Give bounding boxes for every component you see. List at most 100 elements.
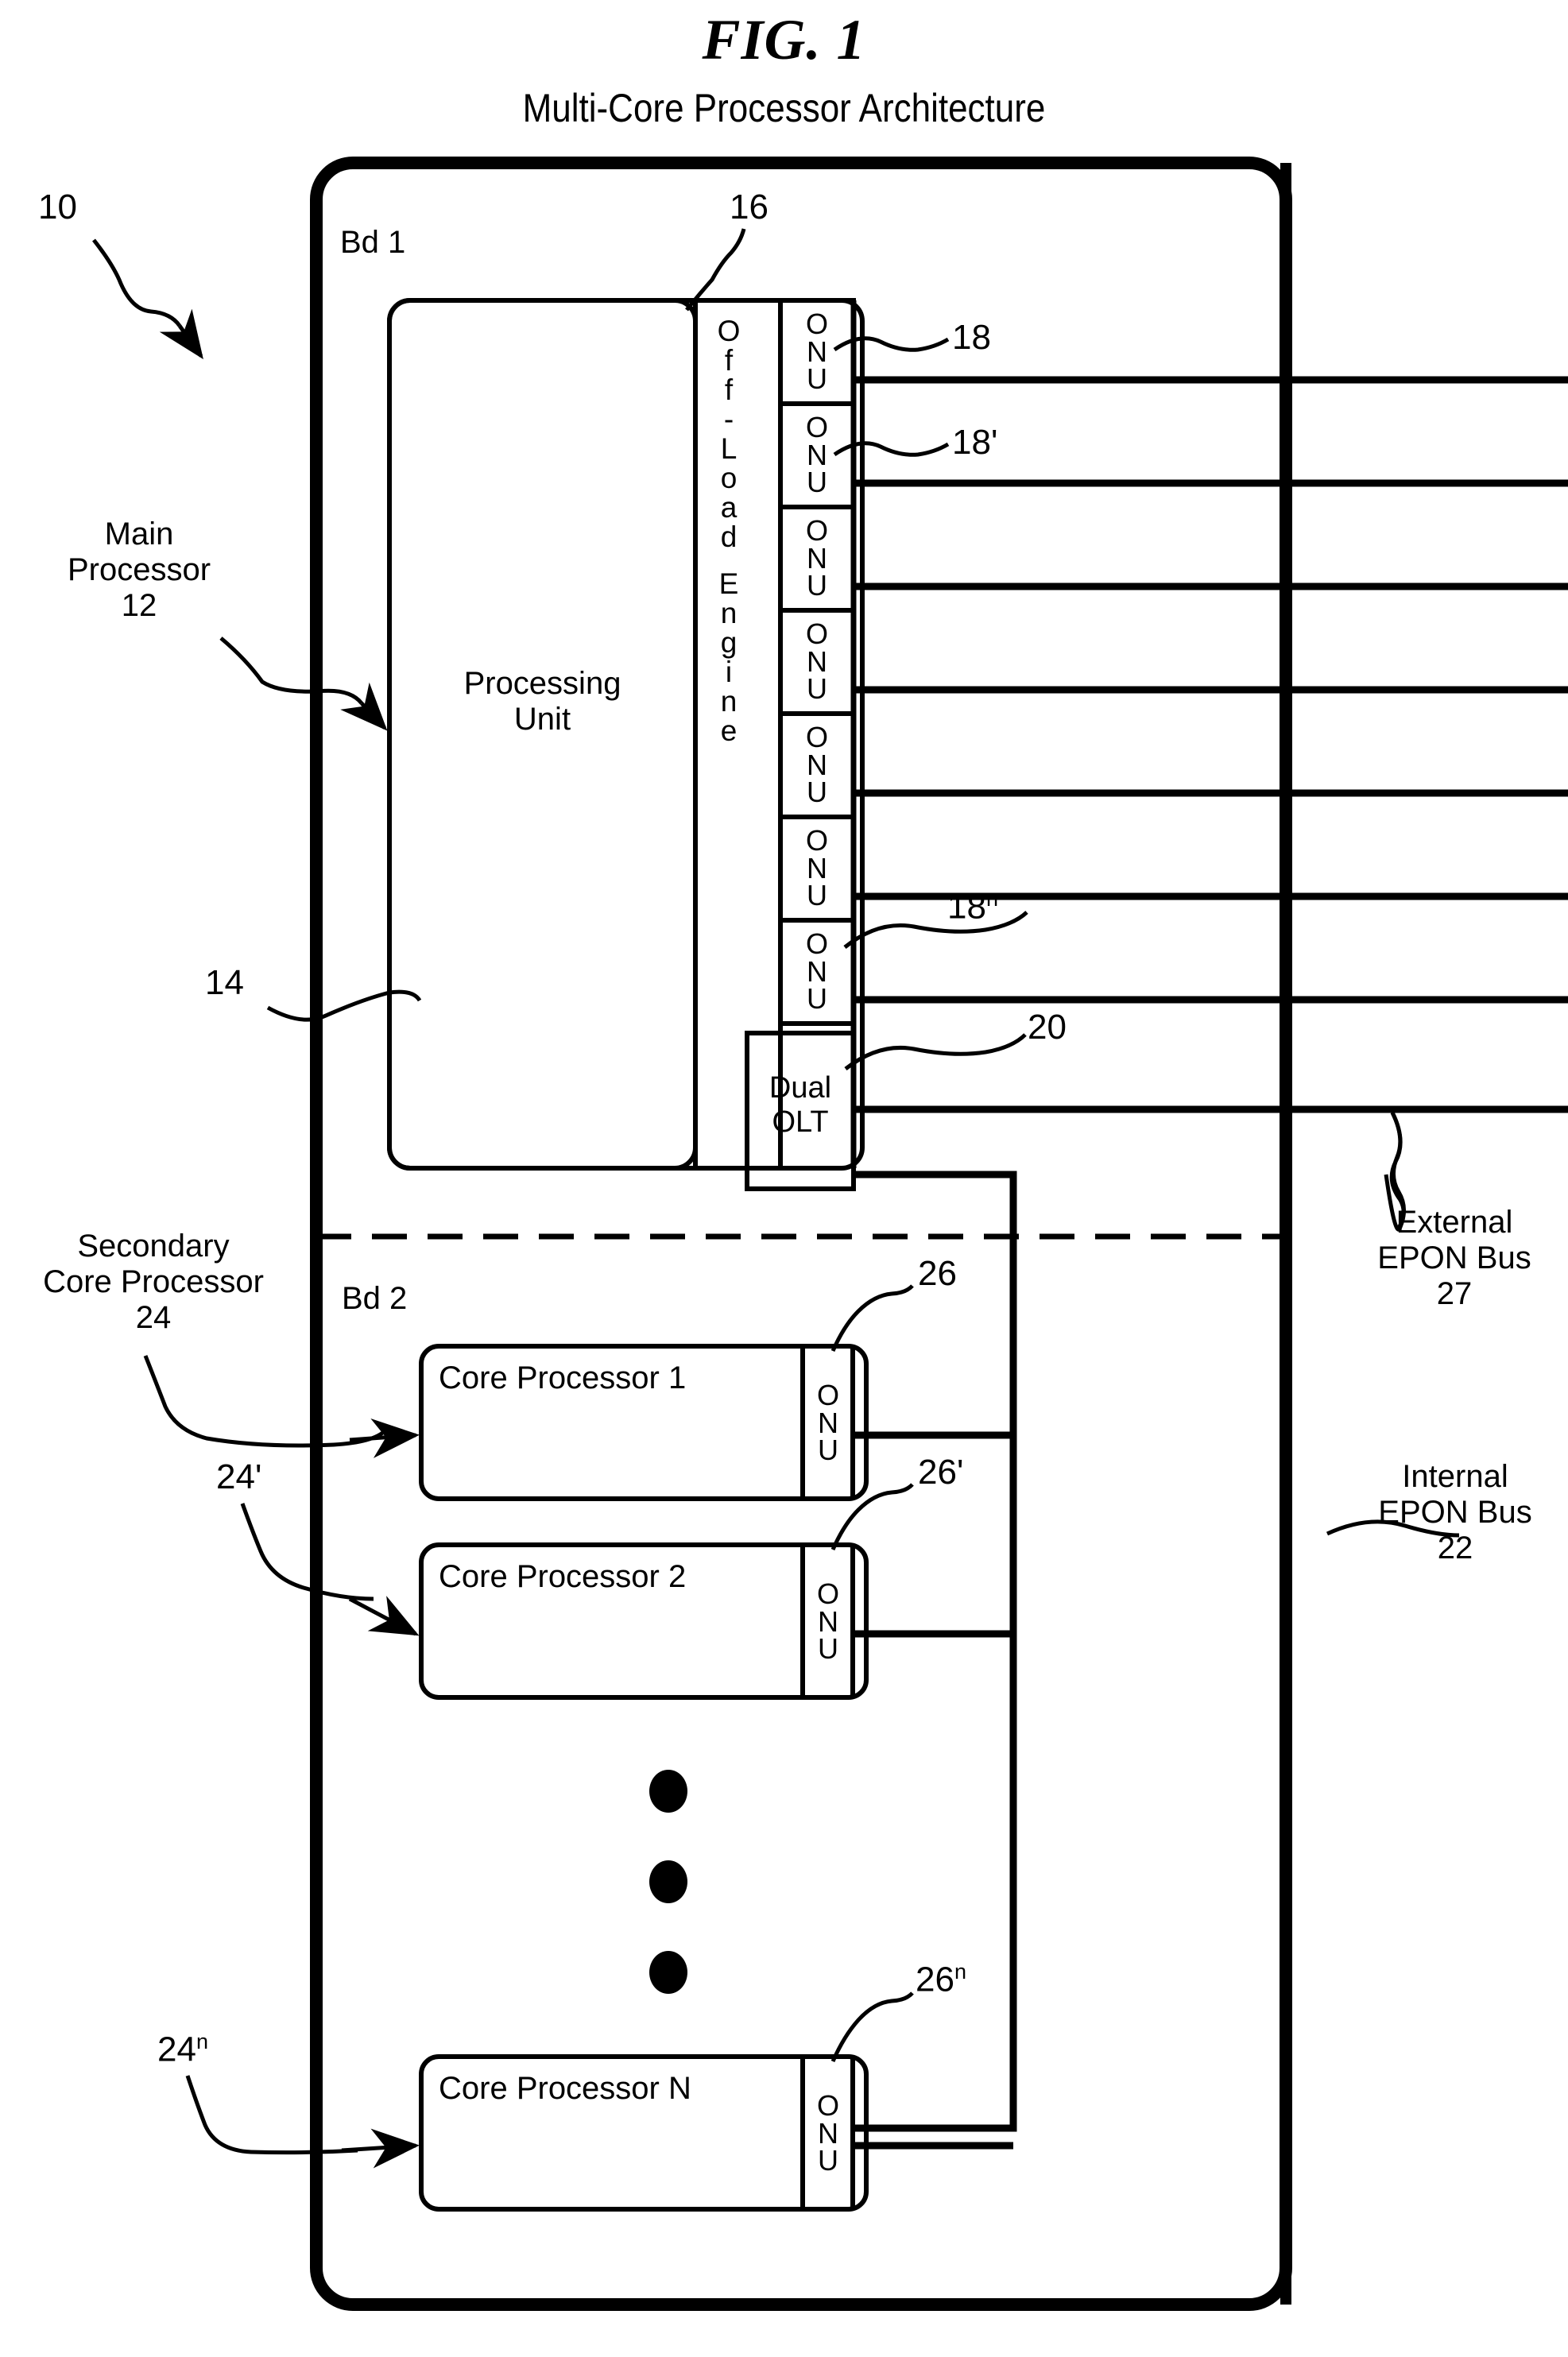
onu-letter: O [816,1577,839,1611]
leader-12 [219,637,363,705]
leader-24n [185,2075,358,2155]
onu-letter: O [805,411,828,444]
offload-engine-letter: g [720,626,738,659]
leader-26p [830,1483,914,1551]
onu-letter: O [805,514,828,548]
onu-label: ONU [795,613,839,710]
offload-engine-letter: n [720,597,738,629]
leader-18n [843,911,1028,949]
internal-epon-bus-label: Internal EPON Bus 22 [1378,1459,1532,1566]
leader-26 [830,1284,914,1353]
offload-engine-letter: e [720,714,738,747]
onu-letter: N [807,335,827,368]
offload-engine-letter: i [725,656,733,688]
patent-figure-canvas: FIG. 1 Multi-Core Processor Architecture [0,0,1568,2357]
ref-26-n-base: 26 [916,1960,954,1999]
ref-26-n-sup: n [954,1960,966,1984]
onu-letter: U [807,982,827,1016]
onu-letter: O [805,721,828,754]
ref-18-n-sup: n [985,887,998,911]
onu-letter: U [807,672,827,706]
ref-14: 14 [205,963,244,1002]
core-processor-n-label: Core Processor N [439,2071,691,2106]
offload-engine-letter: f [724,344,734,377]
onu-letter: U [807,466,827,499]
offload-engine-letter: E [718,567,739,600]
onu-letter: O [805,617,828,651]
onu-letter: O [805,824,828,857]
onu-letter: O [816,2089,839,2123]
ref-18-n-base: 18 [947,887,986,927]
board-2-label: Bd 2 [342,1281,408,1316]
core-onu-label: ONU [806,2068,850,2200]
onu-letter: O [816,1379,839,1412]
ref-26-prime: 26' [918,1453,964,1492]
onu-letter: U [807,879,827,912]
onu-letter: U [807,776,827,809]
onu-letter: N [807,954,827,988]
offload-engine-label: Off-Load Engine [703,316,755,745]
onu-letter: O [805,308,828,341]
onu-letter: N [818,1604,838,1638]
leader-14 [266,989,422,1022]
onu-letter: U [818,1632,838,1666]
leader-26n [830,1991,914,2063]
external-epon-bus-label: External EPON Bus 27 [1377,1205,1531,1311]
ref-16: 16 [730,188,769,226]
offload-engine-letter: L [720,432,738,465]
core-processor-1-label: Core Processor 1 [439,1360,687,1395]
main-processor-number: 12 [121,587,157,623]
diagram-artwork [92,157,1568,2311]
onu-letter: N [807,851,827,884]
leader-20 [844,1033,1027,1070]
core-onu-label: ONU [806,1556,850,1688]
ref-10: 10 [38,188,77,226]
ref-24-prime: 24' [216,1457,262,1496]
offload-engine-letter: d [720,521,738,553]
onu-letter: N [807,438,827,471]
leader-24 [143,1355,387,1448]
ref-24-n-sup: n [196,2030,208,2053]
onu-letter: U [807,569,827,602]
onu-letter: U [818,2144,838,2177]
onu-label: ONU [795,923,839,1020]
ref-24-n: 24n [157,2030,208,2069]
ellipsis-dot [649,1951,687,1994]
offload-engine-letter: a [720,491,738,524]
onu-letter: N [818,1406,838,1439]
processing-unit-label: Processing Unit [463,666,621,737]
offload-engine-letter: f [724,373,734,406]
leader-16 [685,228,746,312]
ref-20: 20 [1028,1008,1067,1047]
offload-engine-letter: O [717,315,741,347]
core-processor-2-label: Core Processor 2 [439,1559,687,1594]
ref-24-n-base: 24 [157,2030,196,2069]
ref-18: 18 [952,318,991,357]
ref-18-prime: 18' [952,423,998,462]
offload-engine-letter: - [723,403,734,435]
onu-label: ONU [795,407,839,504]
ellipsis-dot [649,1770,687,1813]
ellipsis-dot [649,1860,687,1903]
onu-letter: N [807,644,827,678]
dual-olt-label: Dual OLT [769,1071,832,1139]
onu-letter: N [807,541,827,575]
offload-engine-letter: n [720,685,738,718]
onu-letter: O [805,927,828,961]
ref-26-n: 26n [916,1960,966,1999]
onu-letter: U [818,1434,838,1467]
onu-label: ONU [795,510,839,607]
ref-26: 26 [918,1254,957,1293]
onu-label: ONU [795,717,839,814]
onu-letter: U [807,362,827,396]
leader-10 [92,238,182,327]
core-onu-label: ONU [806,1357,850,1489]
board-1-label: Bd 1 [340,225,406,260]
secondary-core-processor-label: Secondary Core Processor 24 [43,1229,264,1335]
onu-letter: N [818,2116,838,2150]
onu-label: ONU [795,304,839,401]
main-processor-label: Main Processor 12 [16,517,262,623]
onu-label: ONU [795,820,839,917]
onu-letter: N [807,748,827,781]
main-processor-label-text: Main Processor [67,517,211,587]
